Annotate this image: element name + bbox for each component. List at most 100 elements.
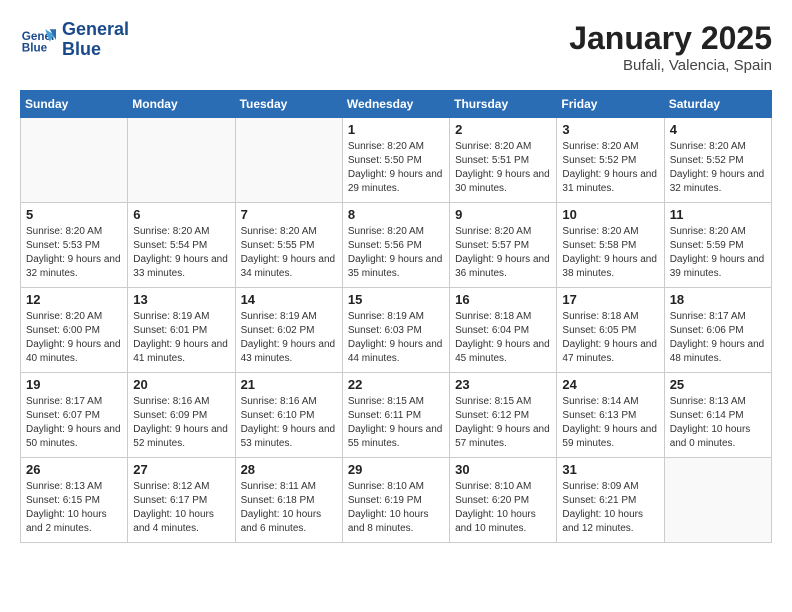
day-info: Sunrise: 8:20 AM Sunset: 5:58 PM Dayligh… [562, 225, 658, 281]
calendar-cell: 5 Sunrise: 8:20 AM Sunset: 5:53 PM Daylig… [21, 203, 128, 288]
day-number: 31 [562, 462, 658, 477]
calendar-cell: 7 Sunrise: 8:20 AM Sunset: 5:55 PM Daylig… [235, 203, 342, 288]
day-number: 23 [455, 377, 551, 392]
day-info: Sunrise: 8:10 AM Sunset: 6:20 PM Dayligh… [455, 480, 551, 536]
logo: General Blue General Blue [20, 20, 129, 60]
day-info: Sunrise: 8:18 AM Sunset: 6:05 PM Dayligh… [562, 310, 658, 366]
calendar-cell: 29 Sunrise: 8:10 AM Sunset: 6:19 PM Dayli… [342, 458, 449, 543]
location: Bufali, Valencia, Spain [569, 57, 772, 74]
week-row-5: 26 Sunrise: 8:13 AM Sunset: 6:15 PM Dayli… [21, 458, 772, 543]
day-number: 10 [562, 207, 658, 222]
day-number: 17 [562, 292, 658, 307]
svg-text:Blue: Blue [22, 41, 48, 54]
calendar-cell: 18 Sunrise: 8:17 AM Sunset: 6:06 PM Dayli… [664, 288, 771, 373]
calendar-cell: 20 Sunrise: 8:16 AM Sunset: 6:09 PM Dayli… [128, 373, 235, 458]
calendar-cell: 14Sunrise: 8:19 AM Sunset: 6:02 PM Dayli… [235, 288, 342, 373]
calendar-cell: 15 Sunrise: 8:19 AM Sunset: 6:03 PM Dayli… [342, 288, 449, 373]
calendar-table: SundayMondayTuesdayWednesdayThursdayFrid… [20, 90, 772, 543]
day-number: 1 [348, 122, 444, 137]
calendar-cell: 8 Sunrise: 8:20 AM Sunset: 5:56 PM Daylig… [342, 203, 449, 288]
calendar-cell: 24Sunrise: 8:14 AM Sunset: 6:13 PM Dayli… [557, 373, 664, 458]
day-number: 21 [241, 377, 337, 392]
day-number: 26 [26, 462, 122, 477]
day-info: Sunrise: 8:20 AM Sunset: 5:51 PM Dayligh… [455, 140, 551, 196]
day-header-tuesday: Tuesday [235, 91, 342, 118]
day-number: 18 [670, 292, 766, 307]
calendar-cell: 10 Sunrise: 8:20 AM Sunset: 5:58 PM Dayli… [557, 203, 664, 288]
day-header-wednesday: Wednesday [342, 91, 449, 118]
day-header-monday: Monday [128, 91, 235, 118]
calendar-cell: 12 Sunrise: 8:20 AM Sunset: 6:00 PM Dayli… [21, 288, 128, 373]
week-row-3: 12 Sunrise: 8:20 AM Sunset: 6:00 PM Dayli… [21, 288, 772, 373]
day-info: Sunrise: 8:17 AM Sunset: 6:07 PM Dayligh… [26, 395, 122, 451]
logo-icon: General Blue [20, 22, 56, 58]
day-info: Sunrise: 8:09 AM Sunset: 6:21 PM Dayligh… [562, 480, 658, 536]
day-info: Sunrise: 8:11 AM Sunset: 6:18 PM Dayligh… [241, 480, 337, 536]
day-info: Sunrise: 8:20 AM Sunset: 5:54 PM Dayligh… [133, 225, 229, 281]
day-number: 3 [562, 122, 658, 137]
week-row-1: 1 Sunrise: 8:20 AM Sunset: 5:50 PM Daylig… [21, 118, 772, 203]
day-info: Sunrise: 8:20 AM Sunset: 5:50 PM Dayligh… [348, 140, 444, 196]
day-info: Sunrise: 8:16 AM Sunset: 6:09 PM Dayligh… [133, 395, 229, 451]
calendar-cell: 6 Sunrise: 8:20 AM Sunset: 5:54 PM Daylig… [128, 203, 235, 288]
week-row-2: 5 Sunrise: 8:20 AM Sunset: 5:53 PM Daylig… [21, 203, 772, 288]
day-number: 12 [26, 292, 122, 307]
day-number: 8 [348, 207, 444, 222]
calendar-cell: 11 Sunrise: 8:20 AM Sunset: 5:59 PM Dayli… [664, 203, 771, 288]
calendar-cell [235, 118, 342, 203]
calendar-cell: 27 Sunrise: 8:12 AM Sunset: 6:17 PM Dayli… [128, 458, 235, 543]
calendar-cell: 30 Sunrise: 8:10 AM Sunset: 6:20 PM Dayli… [450, 458, 557, 543]
day-number: 2 [455, 122, 551, 137]
calendar-cell: 28 Sunrise: 8:11 AM Sunset: 6:18 PM Dayli… [235, 458, 342, 543]
day-number: 22 [348, 377, 444, 392]
day-info: Sunrise: 8:17 AM Sunset: 6:06 PM Dayligh… [670, 310, 766, 366]
day-number: 15 [348, 292, 444, 307]
day-header-sunday: Sunday [21, 91, 128, 118]
calendar-cell [128, 118, 235, 203]
day-header-friday: Friday [557, 91, 664, 118]
day-info: Sunrise: 8:10 AM Sunset: 6:19 PM Dayligh… [348, 480, 444, 536]
day-number: 11 [670, 207, 766, 222]
calendar-cell: 17 Sunrise: 8:18 AM Sunset: 6:05 PM Dayli… [557, 288, 664, 373]
day-number: 24 [562, 377, 658, 392]
day-info: Sunrise: 8:20 AM Sunset: 6:00 PM Dayligh… [26, 310, 122, 366]
day-info: Sunrise: 8:13 AM Sunset: 6:15 PM Dayligh… [26, 480, 122, 536]
day-info: Sunrise: 8:20 AM Sunset: 5:56 PM Dayligh… [348, 225, 444, 281]
day-info: Sunrise: 8:20 AM Sunset: 5:52 PM Dayligh… [562, 140, 658, 196]
day-header-saturday: Saturday [664, 91, 771, 118]
day-number: 5 [26, 207, 122, 222]
title-block: January 2025 Bufali, Valencia, Spain [569, 20, 772, 74]
calendar-cell: 25Sunrise: 8:13 AM Sunset: 6:14 PM Dayli… [664, 373, 771, 458]
calendar-cell: 19Sunrise: 8:17 AM Sunset: 6:07 PM Dayli… [21, 373, 128, 458]
day-number: 9 [455, 207, 551, 222]
calendar-cell: 2 Sunrise: 8:20 AM Sunset: 5:51 PM Daylig… [450, 118, 557, 203]
day-number: 16 [455, 292, 551, 307]
day-info: Sunrise: 8:19 AM Sunset: 6:03 PM Dayligh… [348, 310, 444, 366]
day-info: Sunrise: 8:20 AM Sunset: 5:55 PM Dayligh… [241, 225, 337, 281]
day-number: 27 [133, 462, 229, 477]
day-info: Sunrise: 8:20 AM Sunset: 5:52 PM Dayligh… [670, 140, 766, 196]
day-info: Sunrise: 8:20 AM Sunset: 5:59 PM Dayligh… [670, 225, 766, 281]
calendar-cell: 9Sunrise: 8:20 AM Sunset: 5:57 PM Daylig… [450, 203, 557, 288]
day-number: 30 [455, 462, 551, 477]
day-info: Sunrise: 8:13 AM Sunset: 6:14 PM Dayligh… [670, 395, 766, 451]
day-number: 20 [133, 377, 229, 392]
calendar-cell: 3 Sunrise: 8:20 AM Sunset: 5:52 PM Daylig… [557, 118, 664, 203]
day-number: 6 [133, 207, 229, 222]
page-header: General Blue General Blue January 2025 B… [20, 20, 772, 74]
day-info: Sunrise: 8:20 AM Sunset: 5:53 PM Dayligh… [26, 225, 122, 281]
day-number: 13 [133, 292, 229, 307]
calendar-cell: 16 Sunrise: 8:18 AM Sunset: 6:04 PM Dayli… [450, 288, 557, 373]
day-info: Sunrise: 8:15 AM Sunset: 6:12 PM Dayligh… [455, 395, 551, 451]
day-number: 7 [241, 207, 337, 222]
day-info: Sunrise: 8:15 AM Sunset: 6:11 PM Dayligh… [348, 395, 444, 451]
day-number: 29 [348, 462, 444, 477]
day-info: Sunrise: 8:18 AM Sunset: 6:04 PM Dayligh… [455, 310, 551, 366]
calendar-cell: 21Sunrise: 8:16 AM Sunset: 6:10 PM Dayli… [235, 373, 342, 458]
day-number: 28 [241, 462, 337, 477]
day-info: Sunrise: 8:12 AM Sunset: 6:17 PM Dayligh… [133, 480, 229, 536]
calendar-cell [664, 458, 771, 543]
calendar-cell: 1 Sunrise: 8:20 AM Sunset: 5:50 PM Daylig… [342, 118, 449, 203]
day-info: Sunrise: 8:19 AM Sunset: 6:02 PM Dayligh… [241, 310, 337, 366]
calendar-cell: 4Sunrise: 8:20 AM Sunset: 5:52 PM Daylig… [664, 118, 771, 203]
